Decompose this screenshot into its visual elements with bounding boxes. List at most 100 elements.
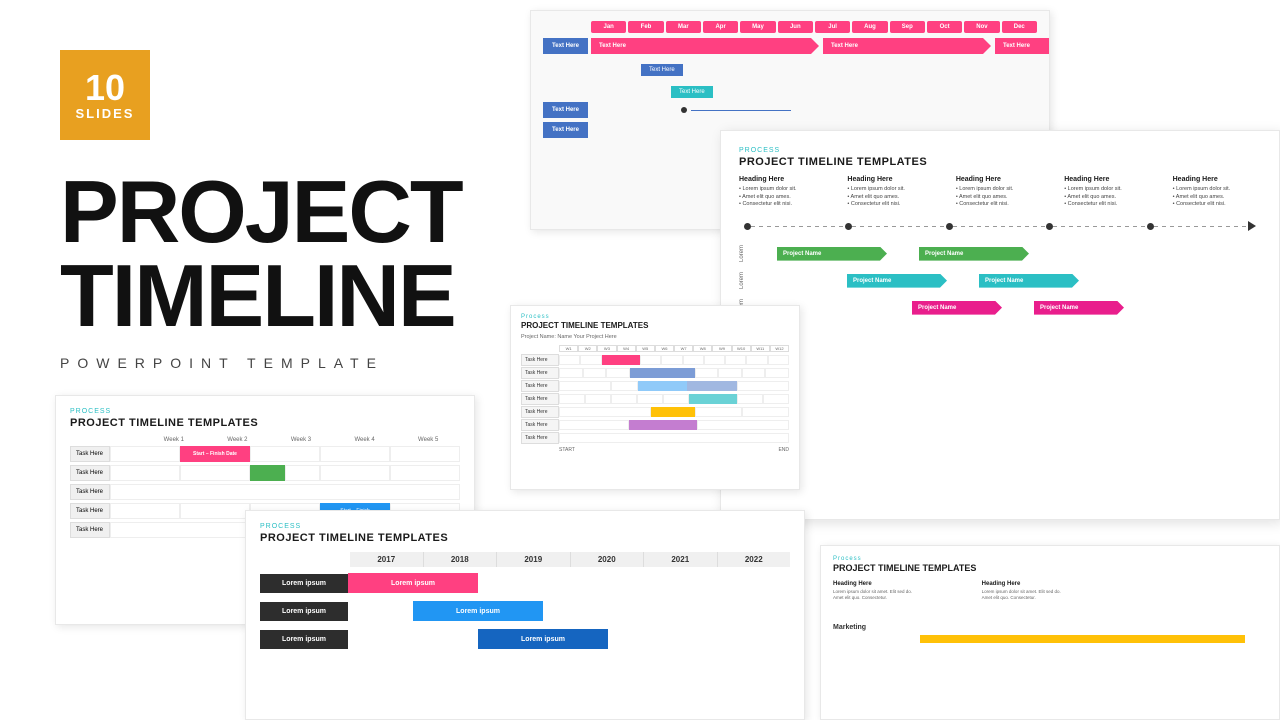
s4-label-3: Lorem ipsum — [260, 630, 348, 649]
s4-label-2: Lorem ipsum — [260, 602, 348, 621]
s2-arrow-end — [1248, 221, 1256, 231]
s5-col-week12: W12 — [770, 345, 789, 352]
s2-project-rows: Lorem Project Name Project Name Lorem Pr… — [739, 245, 1261, 316]
gantt-row-4: Text Here — [543, 102, 1037, 118]
s2-dot-4 — [1046, 223, 1053, 230]
s5-empty — [763, 394, 789, 404]
s3-cell-empty-5 — [110, 465, 180, 481]
s5-col-week10: W10 — [732, 345, 751, 352]
s5-task-row-5: Task Here — [521, 406, 789, 418]
s5-task-4: Task Here — [521, 393, 559, 405]
gantt-row-3: Text Here — [543, 80, 1037, 98]
row3-bars: Text Here — [591, 80, 1037, 98]
s3-cell-empty-3 — [320, 446, 390, 462]
s2-line-segment-5 — [1154, 226, 1248, 227]
s2-bullet-4: • Lorem ipsum dolor sit.• Amet elit quo … — [1064, 186, 1152, 209]
s5-cell-yellow — [651, 407, 696, 417]
s6-h-text-2: Lorem ipsum dolor sit amet. Elit sed do.… — [982, 589, 1119, 602]
s2-bullet-3: • Lorem ipsum dolor sit.• Amet elit quo … — [956, 186, 1044, 209]
slide-preview-4[interactable]: Process PROJECT TIMELINE TEMPLATES 2017 … — [245, 510, 805, 720]
s5-task-row-7: Task Here — [521, 432, 789, 444]
s5-cells-6 — [559, 420, 789, 430]
s2-spacer — [893, 247, 913, 261]
s5-empty — [559, 420, 629, 430]
s2-heading-1: Heading Here — [739, 176, 827, 183]
s4-data-row-2: Lorem ipsum Lorem ipsum — [260, 601, 790, 621]
s3-cell-empty-9 — [390, 465, 460, 481]
s3-week-2: Week 2 — [206, 437, 270, 443]
s5-empty — [580, 355, 601, 365]
s5-empty — [737, 394, 763, 404]
s2-heading-row: Heading Here • Lorem ipsum dolor sit.• A… — [739, 176, 1261, 209]
s3-task-label-4: Task Here — [70, 503, 110, 519]
s4-year-2021: 2021 — [644, 552, 718, 567]
slide-preview-2[interactable]: Process PROJECT TIMELINE TEMPLATES Headi… — [720, 130, 1280, 520]
s5-cell-teal — [689, 394, 737, 404]
s5-empty — [640, 355, 661, 365]
s2-proj-bars-2: Project Name Project Name — [847, 274, 1079, 288]
s5-empty — [695, 407, 742, 417]
month-oct: Oct — [927, 21, 962, 33]
s5-empty — [683, 355, 704, 365]
s2-proj-bar-green-1: Project Name — [777, 247, 887, 261]
s5-empty — [697, 420, 789, 430]
row5-label: Text Here — [543, 122, 588, 138]
s5-col-week8: W8 — [693, 345, 712, 352]
row1-bars: Text Here Text Here Text Here — [591, 38, 1050, 54]
s3-week-1: Week 1 — [142, 437, 206, 443]
slide-preview-6[interactable]: Process PROJECT TIMELINE TEMPLATES Headi… — [820, 545, 1280, 720]
badge-number: 10 — [85, 70, 125, 106]
s6-marketing-label: Marketing — [833, 624, 1267, 631]
row3-label — [543, 84, 588, 94]
s5-empty — [559, 394, 585, 404]
s5-cells-4 — [559, 394, 789, 404]
s5-task-6: Task Here — [521, 419, 559, 431]
s4-year-header: 2017 2018 2019 2020 2021 2022 — [350, 552, 790, 567]
s5-end-label: END — [778, 447, 789, 453]
bar-pink-2: Text Here — [823, 38, 983, 54]
s3-cell-empty-12 — [180, 503, 250, 519]
s5-col-week2: W2 — [578, 345, 597, 352]
s5-col-week3: W3 — [597, 345, 616, 352]
s5-empty — [583, 368, 607, 378]
s2-line-segment-2 — [852, 226, 946, 227]
s6-h-title-2: Heading Here — [982, 581, 1119, 587]
s2-heading-3: Heading Here — [956, 176, 1044, 183]
s5-cells-2 — [559, 368, 789, 378]
s4-year-2022: 2022 — [718, 552, 791, 567]
s2-proj-row-3: Lorem Project Name Project Name — [739, 299, 1261, 316]
s5-task-row-3: Task Here — [521, 380, 789, 392]
s2-dot-3 — [946, 223, 953, 230]
s5-col-header: W1 W2 W3 W4 W5 W6 W7 W8 W9 W10 W11 W12 — [559, 345, 789, 352]
s5-subtitle: Project Name: Name Your Project Here — [521, 334, 789, 340]
s4-bar-pink: Lorem ipsum — [348, 573, 478, 593]
s6-heading-col-2: Heading Here Lorem ipsum dolor sit amet.… — [982, 581, 1119, 616]
s5-task-3: Task Here — [521, 380, 559, 392]
s2-heading-2: Heading Here — [847, 176, 935, 183]
s5-empty — [606, 368, 630, 378]
s2-proj-bar-pink-1: Project Name — [912, 301, 1002, 315]
s3-week-5: Week 5 — [396, 437, 460, 443]
s2-dots-line — [739, 221, 1261, 231]
s5-empty — [718, 368, 742, 378]
s5-empty — [742, 407, 789, 417]
slide-preview-5[interactable]: Process PROJECT TIMELINE TEMPLATES Proje… — [510, 305, 800, 490]
s6-heading-col-3 — [1130, 581, 1267, 616]
s2-heading-col-1: Heading Here • Lorem ipsum dolor sit.• A… — [739, 176, 827, 209]
s2-heading-4: Heading Here — [1064, 176, 1152, 183]
s2-heading-5: Heading Here — [1173, 176, 1261, 183]
s3-week-header: Week 1 Week 2 Week 3 Week 4 Week 5 — [142, 437, 460, 443]
s5-empty — [663, 394, 689, 404]
s2-process-label: Process — [739, 147, 1261, 154]
s5-empty — [737, 381, 789, 391]
s6-heading-col-3-empty — [1130, 581, 1267, 616]
s5-cell-lblue — [638, 381, 663, 391]
s2-proj-row-2: Lorem Project Name Project Name — [739, 272, 1261, 289]
s5-task-1: Task Here — [521, 354, 559, 366]
s4-data-row-3: Lorem ipsum Lorem ipsum — [260, 629, 790, 649]
s3-cell-empty-1 — [110, 446, 180, 462]
s5-empty — [585, 394, 611, 404]
s6-process-label: Process — [833, 556, 1267, 562]
month-apr: Apr — [703, 21, 738, 33]
s2-bullet-5: • Lorem ipsum dolor sit.• Amet elit quo … — [1173, 186, 1261, 209]
